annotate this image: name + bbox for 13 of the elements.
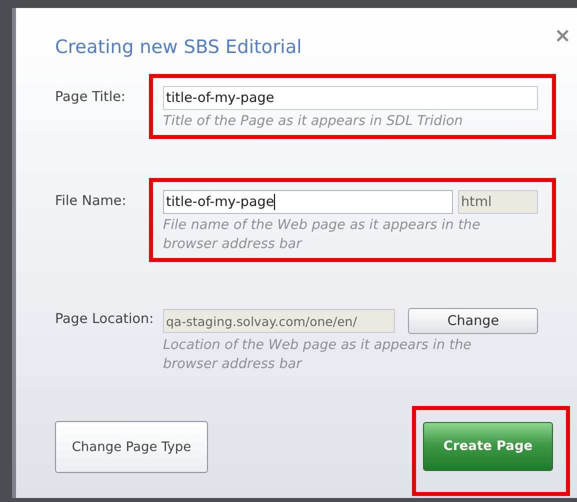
change-page-type-button[interactable]: Change Page Type xyxy=(55,421,208,473)
extension-field: html xyxy=(458,190,538,214)
hint-text: Title of the Page as it appears in SDL Tridion xyxy=(163,112,464,131)
create-page-button[interactable]: Create Page xyxy=(423,422,553,471)
input-field[interactable]: title-of-my-page xyxy=(163,86,538,110)
hint-text: Location of the Web page as it appears in the browser address bar xyxy=(163,336,472,374)
input-field[interactable]: title-of-my-page xyxy=(163,190,453,214)
hint-text: File name of the Web page as it appears in the browser address bar xyxy=(163,216,482,254)
input-field[interactable]: qa-staging.solvay.com/one/en/ xyxy=(163,309,396,333)
field-label: File Name: xyxy=(55,192,128,211)
dialog-title: Creating new SBS Editorial xyxy=(55,37,302,58)
change-button[interactable]: Change xyxy=(408,308,538,334)
field-label: Page Title: xyxy=(55,88,126,107)
